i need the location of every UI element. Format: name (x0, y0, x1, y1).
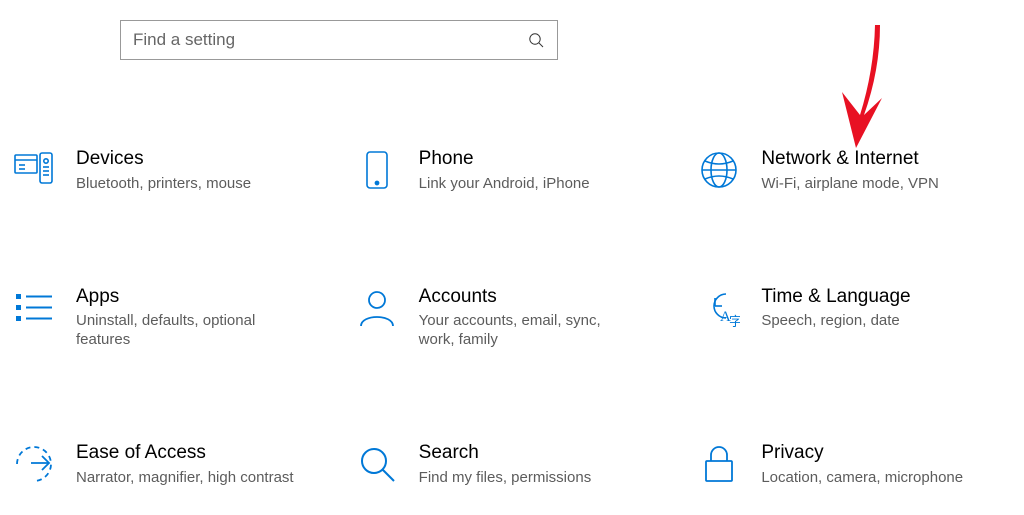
tile-devices[interactable]: Devices Bluetooth, printers, mouse (12, 148, 327, 194)
lock-icon (697, 442, 741, 486)
tile-title: Phone (419, 148, 590, 171)
tile-phone[interactable]: Phone Link your Android, iPhone (355, 148, 670, 194)
tile-title: Ease of Access (76, 442, 294, 465)
tile-desc: Wi-Fi, airplane mode, VPN (761, 175, 939, 194)
magnifier-icon (355, 442, 399, 486)
devices-icon (12, 148, 56, 192)
settings-search-box[interactable] (120, 20, 558, 60)
apps-list-icon (12, 286, 56, 330)
ease-of-access-icon (12, 442, 56, 486)
time-language-icon: A 字 (697, 286, 741, 330)
tile-title: Search (419, 442, 592, 465)
tile-title: Accounts (419, 286, 639, 309)
tile-desc: Location, camera, microphone (761, 469, 963, 488)
tile-title: Privacy (761, 442, 963, 465)
tile-desc: Link your Android, iPhone (419, 175, 590, 194)
tile-ease-of-access[interactable]: Ease of Access Narrator, magnifier, high… (12, 442, 327, 488)
tile-desc: Your accounts, email, sync, work, family (419, 312, 639, 350)
tile-desc: Narrator, magnifier, high contrast (76, 469, 294, 488)
tile-title: Time & Language (761, 286, 910, 309)
settings-grid: Devices Bluetooth, printers, mouse Phone… (12, 148, 1012, 487)
tile-title: Devices (76, 148, 251, 171)
tile-network-internet[interactable]: Network & Internet Wi-Fi, airplane mode,… (697, 148, 1012, 194)
tile-desc: Uninstall, defaults, optional features (76, 312, 296, 350)
tile-time-language[interactable]: A 字 Time & Language Speech, region, date (697, 286, 1012, 350)
tile-title: Network & Internet (761, 148, 939, 171)
tile-accounts[interactable]: Accounts Your accounts, email, sync, wor… (355, 286, 670, 350)
tile-privacy[interactable]: Privacy Location, camera, microphone (697, 442, 1012, 488)
tile-desc: Find my files, permissions (419, 469, 592, 488)
tile-apps[interactable]: Apps Uninstall, defaults, optional featu… (12, 286, 327, 350)
search-input[interactable] (131, 29, 525, 51)
tile-search[interactable]: Search Find my files, permissions (355, 442, 670, 488)
phone-icon (355, 148, 399, 192)
globe-icon (697, 148, 741, 192)
person-icon (355, 286, 399, 330)
search-icon (525, 29, 547, 51)
tile-title: Apps (76, 286, 296, 309)
svg-text:字: 字 (729, 314, 740, 328)
annotation-arrow (830, 20, 890, 150)
tile-desc: Bluetooth, printers, mouse (76, 175, 251, 194)
tile-desc: Speech, region, date (761, 312, 910, 331)
